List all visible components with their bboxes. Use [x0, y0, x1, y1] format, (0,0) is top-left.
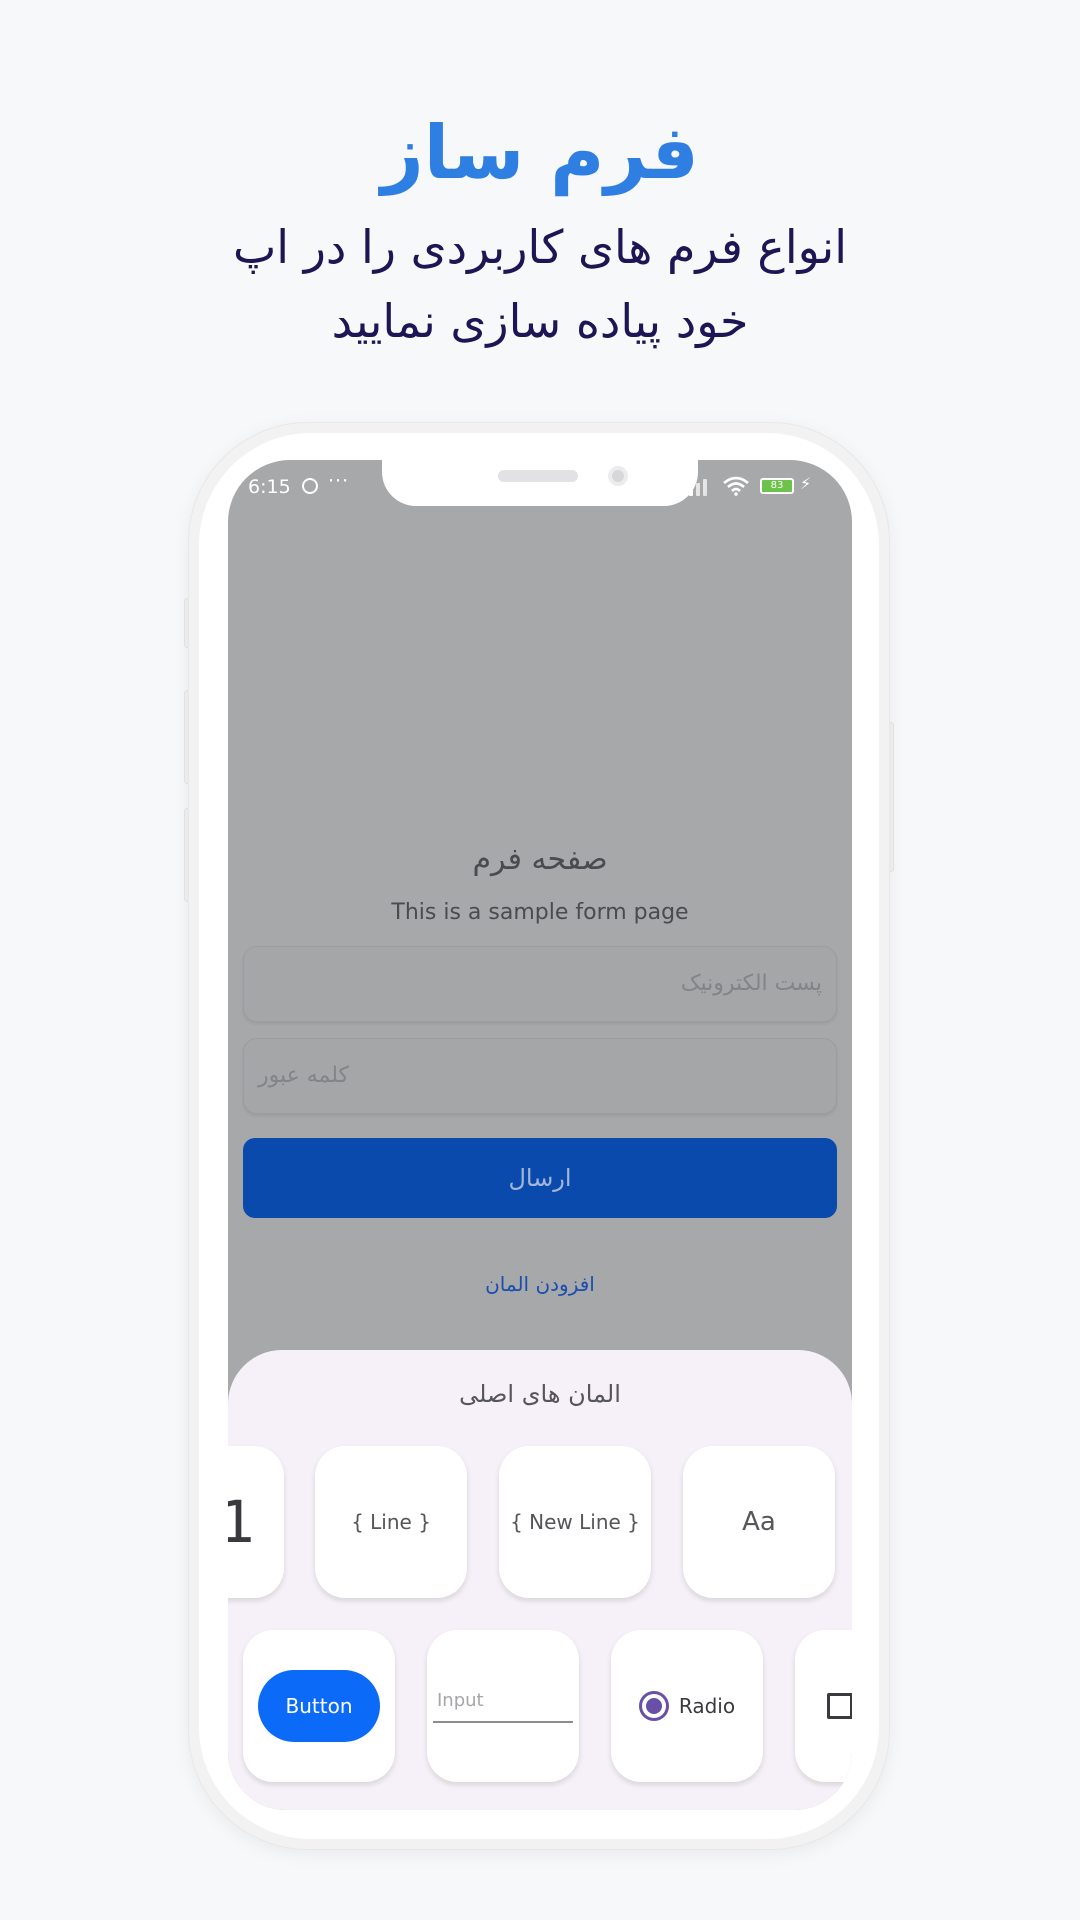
- demo-radio[interactable]: Radio: [638, 1691, 736, 1721]
- notch: [382, 460, 698, 506]
- hero-title: فرم ساز: [381, 110, 699, 196]
- phone-screen: 6:15 ··· 83 ⚡ صفحه فرم This is a sample …: [228, 460, 852, 1810]
- form-subtitle: This is a sample form page: [391, 900, 689, 925]
- submit-button[interactable]: ارسال: [243, 1138, 837, 1218]
- demo-input[interactable]: Input: [433, 1690, 573, 1723]
- email-placeholder: پست الکترونیک: [680, 971, 822, 996]
- element-card-new-line-label: { New Line }: [510, 1510, 640, 1534]
- element-card-new-line[interactable]: { New Line }: [499, 1446, 651, 1598]
- hero-subtitle-line2: خود پیاده سازی نمایید: [331, 294, 749, 348]
- elements-bottom-sheet: المان های اصلی Aa { New Line } { Line } …: [228, 1350, 852, 1810]
- element-card-button[interactable]: Button: [243, 1630, 395, 1782]
- notification-icon: [302, 478, 318, 494]
- wifi-icon: [723, 476, 749, 496]
- radio-selected-icon: [638, 1691, 669, 1721]
- demo-radio-label: Radio: [678, 1694, 736, 1718]
- element-card-text-label: Aa: [742, 1507, 776, 1537]
- hero-subtitle: انواع فرم های کاربردی را در اپ خود پیاده…: [140, 210, 940, 358]
- sheet-title: المان های اصلی: [459, 1380, 621, 1408]
- battery-icon: 83: [760, 478, 794, 494]
- element-card-text[interactable]: Aa: [683, 1446, 835, 1598]
- checkbox-icon: [827, 1693, 852, 1719]
- signal-icon: [682, 474, 712, 498]
- form-title: صفحه فرم: [472, 842, 608, 877]
- speaker-grille: [498, 470, 578, 482]
- element-card-radio[interactable]: Radio: [611, 1630, 763, 1782]
- element-card-input[interactable]: Input: [427, 1630, 579, 1782]
- element-card-number-label: 1: [228, 1488, 256, 1556]
- status-icons: 83 ⚡: [682, 474, 832, 498]
- status-time: 6:15: [248, 476, 291, 498]
- password-placeholder: کلمه عبور: [258, 1063, 350, 1088]
- add-element-link[interactable]: افزودن المان: [228, 1272, 852, 1296]
- element-card-line[interactable]: { Line }: [315, 1446, 467, 1598]
- password-field[interactable]: کلمه عبور: [243, 1038, 837, 1114]
- more-notifications-icon: ···: [328, 470, 350, 492]
- charging-icon: ⚡: [800, 474, 812, 493]
- element-card-line-label: { Line }: [351, 1510, 431, 1534]
- demo-button[interactable]: Button: [258, 1670, 380, 1742]
- front-camera: [608, 466, 628, 486]
- element-card-number[interactable]: 1: [228, 1446, 284, 1598]
- hero-subtitle-line1: انواع فرم های کاربردی را در اپ: [232, 220, 847, 274]
- email-field[interactable]: پست الکترونیک: [243, 946, 837, 1022]
- element-card-checkbox[interactable]: [795, 1630, 852, 1782]
